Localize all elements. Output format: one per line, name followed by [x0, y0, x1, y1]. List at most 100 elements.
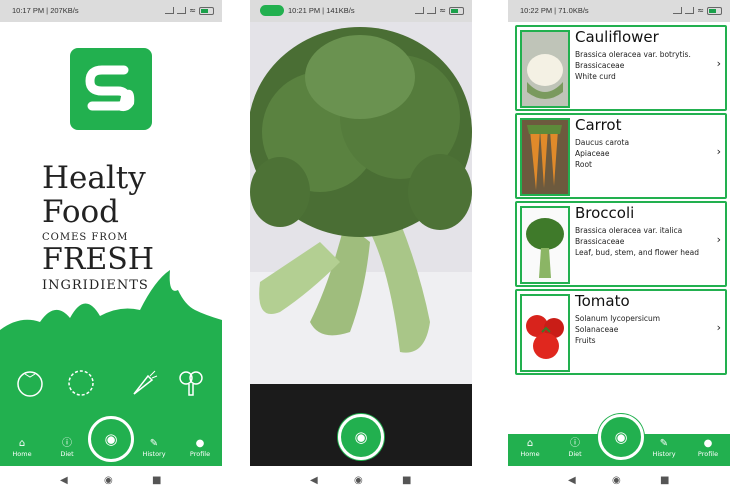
battery-icon [199, 6, 214, 15]
list-item-broccoli[interactable]: Broccoli Brassica oleracea var. italica … [515, 201, 727, 287]
signal-icon-2 [685, 7, 695, 14]
cauliflower-thumbnail [520, 30, 570, 108]
chevron-right-icon: › [716, 57, 721, 70]
chevron-right-icon: › [716, 233, 721, 246]
tomato-icon [15, 368, 45, 398]
battery-icon [449, 6, 464, 15]
headline-food: Food [42, 194, 119, 230]
list-item-carrot[interactable]: Carrot Daucus carota Apiaceae Root › [515, 113, 727, 199]
camera-button[interactable]: ◉ [598, 414, 644, 460]
status-bar: 10:21 PM | 141KB/s ≈ [250, 0, 472, 22]
list-item-tomato[interactable]: Tomato Solanum lycopersicum Solanaceae F… [515, 289, 727, 375]
status-icons: ≈ [673, 6, 722, 15]
home-screen: 10:17 PM | 207KB/s ≈ Healty Food COMES F… [0, 0, 222, 494]
capture-button[interactable]: ◉ [338, 414, 384, 460]
back-icon[interactable]: ◀ [310, 475, 318, 486]
item-species: Brassica oleracea var. italica [575, 226, 683, 235]
app-logo [70, 48, 152, 130]
item-name: Carrot [575, 116, 622, 134]
item-family: Brassicaceae [575, 61, 625, 70]
chevron-right-icon: › [716, 145, 721, 158]
tomato-thumbnail [520, 294, 570, 372]
tab-diet-label: Diet [60, 450, 74, 458]
item-name: Cauliflower [575, 28, 659, 46]
item-part: Fruits [575, 336, 596, 345]
status-time: 10:22 PM | 71.0KB/s [520, 6, 589, 15]
status-bar: 10:17 PM | 207KB/s ≈ [0, 0, 222, 22]
tab-profile-label: Profile [189, 450, 211, 458]
recents-icon[interactable]: ■ [660, 475, 669, 486]
item-species: Daucus carota [575, 138, 630, 147]
home-nav-icon[interactable]: ◉ [612, 475, 621, 486]
tab-history[interactable]: ✎ History [647, 438, 681, 458]
pencil-icon: ✎ [659, 438, 669, 449]
tab-history[interactable]: ✎ History [137, 438, 171, 458]
carrot-icon [128, 368, 158, 398]
status-bar: 10:22 PM | 71.0KB/s ≈ [508, 0, 730, 22]
tab-history-label: History [652, 450, 676, 458]
tab-profile-label: Profile [697, 450, 719, 458]
wifi-icon: ≈ [439, 6, 446, 15]
broccoli-icon [176, 368, 206, 398]
battery-icon [707, 6, 722, 15]
item-part: Root [575, 160, 592, 169]
tab-diet-label: Diet [568, 450, 582, 458]
camera-icon: ◉ [354, 428, 368, 446]
home-nav-icon[interactable]: ◉ [104, 475, 113, 486]
green-splash [0, 270, 222, 340]
signal-icon [415, 7, 425, 14]
tab-home-label: Home [520, 450, 540, 458]
home-nav-icon[interactable]: ◉ [354, 475, 363, 486]
tab-history-label: History [142, 450, 166, 458]
camera-screen: 10:21 PM | 141KB/s ≈ ◉ ◀ ◉ ■ [250, 0, 472, 494]
item-part: White curd [575, 72, 616, 81]
info-icon: ⓘ [62, 438, 72, 449]
home-icon: ⌂ [18, 438, 26, 449]
home-icon: ⌂ [526, 438, 534, 449]
vegetable-list-screen: 10:22 PM | 71.0KB/s ≈ Cauliflower Brassi… [508, 0, 730, 494]
item-part: Leaf, bud, stem, and flower head [575, 248, 699, 257]
user-icon: ● [703, 438, 713, 449]
chevron-right-icon: › [716, 321, 721, 334]
headline-healty: Healty [42, 160, 146, 196]
signal-icon [165, 7, 175, 14]
info-icon: ⓘ [570, 438, 580, 449]
broccoli-thumbnail [520, 206, 570, 284]
tab-home[interactable]: ⌂ Home [513, 438, 547, 458]
item-name: Tomato [575, 292, 630, 310]
system-nav-bar: ◀ ◉ ■ [250, 466, 472, 494]
camera-icon: ◉ [614, 428, 628, 446]
signal-icon-2 [427, 7, 437, 14]
system-nav-bar: ◀ ◉ ■ [0, 466, 222, 494]
tab-home-label: Home [12, 450, 32, 458]
item-family: Brassicaceae [575, 237, 625, 246]
recording-pill [260, 5, 284, 16]
camera-icon: ◉ [104, 430, 118, 448]
carrot-thumbnail [520, 118, 570, 196]
item-family: Apiaceae [575, 149, 610, 158]
back-icon[interactable]: ◀ [60, 475, 68, 486]
item-species: Brassica oleracea var. botrytis. [575, 50, 691, 59]
tab-home[interactable]: ⌂ Home [5, 438, 39, 458]
system-nav-bar: ◀ ◉ ■ [508, 466, 730, 494]
signal-icon-2 [177, 7, 187, 14]
recents-icon[interactable]: ■ [402, 475, 411, 486]
tab-diet[interactable]: ⓘ Diet [558, 438, 592, 458]
cauliflower-icon [66, 368, 96, 398]
tab-profile[interactable]: ● Profile [183, 438, 217, 458]
item-species: Solanum lycopersicum [575, 314, 661, 323]
pencil-icon: ✎ [149, 438, 159, 449]
wifi-icon: ≈ [189, 6, 196, 15]
logo-s-icon [85, 65, 135, 112]
broccoli-photo [250, 22, 472, 384]
status-icons: ≈ [165, 6, 214, 15]
item-name: Broccoli [575, 204, 635, 222]
tab-diet[interactable]: ⓘ Diet [50, 438, 84, 458]
list-item-cauliflower[interactable]: Cauliflower Brassica oleracea var. botry… [515, 25, 727, 111]
tab-profile[interactable]: ● Profile [691, 438, 725, 458]
item-family: Solanaceae [575, 325, 619, 334]
recents-icon[interactable]: ■ [152, 475, 161, 486]
back-icon[interactable]: ◀ [568, 475, 576, 486]
camera-button[interactable]: ◉ [88, 416, 134, 462]
status-time: 10:17 PM | 207KB/s [12, 6, 79, 15]
